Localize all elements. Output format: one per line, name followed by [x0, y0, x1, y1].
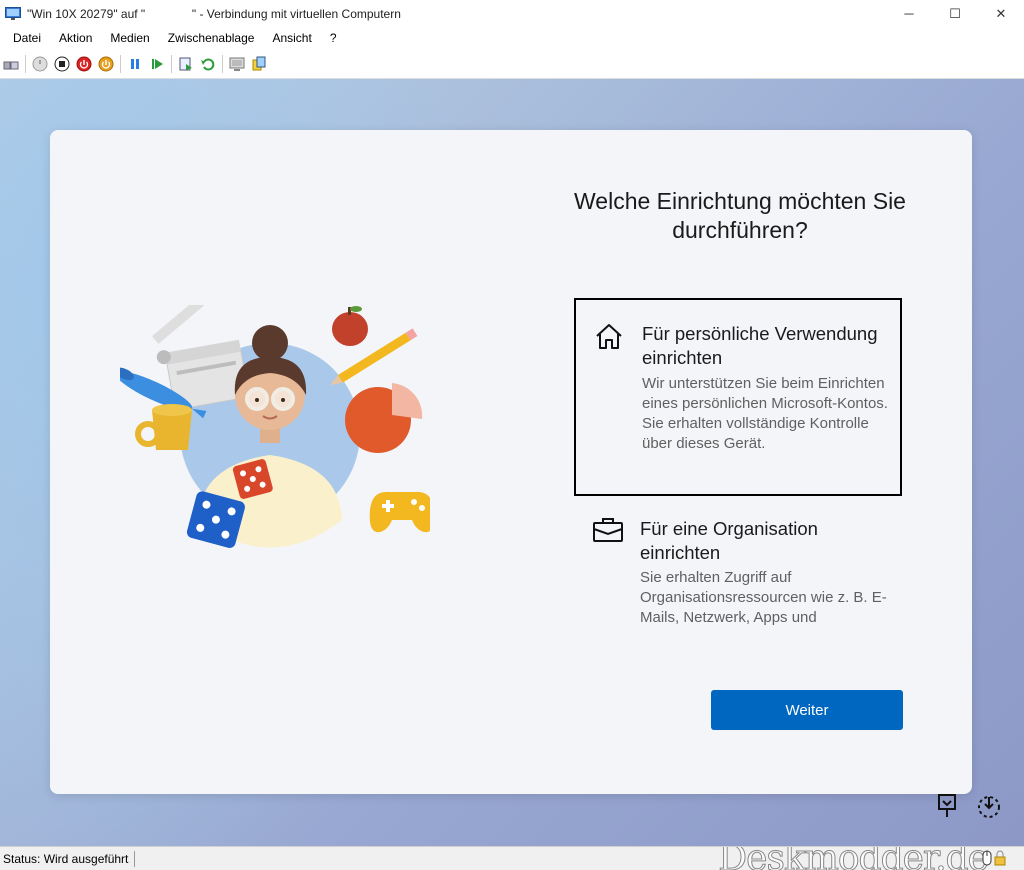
- close-button[interactable]: ✕: [978, 0, 1024, 27]
- enhanced-session-icon[interactable]: [226, 53, 248, 75]
- shutdown-icon[interactable]: [73, 53, 95, 75]
- option-organization[interactable]: Für eine Organisation einrichten Sie erh…: [574, 500, 902, 630]
- lock-icon: [994, 850, 1006, 869]
- setup-illustration: [115, 284, 435, 585]
- home-icon: [594, 322, 624, 352]
- maximize-button[interactable]: ☐: [932, 0, 978, 27]
- briefcase-icon: [592, 515, 623, 545]
- next-button[interactable]: Weiter: [711, 690, 903, 730]
- revert-icon[interactable]: [197, 53, 219, 75]
- menu-zwischenablage[interactable]: Zwischenablage: [159, 27, 264, 50]
- option-personal-title: Für persönliche Verwendung einrichten: [642, 323, 878, 368]
- menu-ansicht[interactable]: Ansicht: [263, 27, 320, 50]
- mouse-icon: [982, 850, 992, 869]
- menu-bar: Datei Aktion Medien Zwischenablage Ansic…: [0, 27, 1024, 50]
- network-icon[interactable]: [976, 793, 1002, 824]
- setup-question-heading: Welche Einrichtung möchten Sie durchführ…: [574, 188, 906, 243]
- minimize-button[interactable]: ─: [886, 0, 932, 27]
- toolbar-separator: [222, 55, 223, 73]
- watermark: Deskmodder.de: [718, 847, 988, 870]
- start-icon[interactable]: [29, 53, 51, 75]
- oobe-card: Welche Einrichtung möchten Sie durchführ…: [50, 130, 972, 794]
- toolbar-separator: [120, 55, 121, 73]
- status-bar: Status: Wird ausgeführt Deskmodder.de: [0, 846, 1024, 870]
- turn-off-icon[interactable]: [51, 53, 73, 75]
- window-title: "Win 10X 20279" auf " " - Verbindung mit…: [27, 6, 401, 21]
- vm-display[interactable]: Welche Einrichtung möchten Sie durchführ…: [0, 79, 1024, 846]
- menu-datei[interactable]: Datei: [0, 27, 50, 50]
- toolbar: [0, 50, 1024, 79]
- option-organization-title: Für eine Organisation einrichten: [640, 518, 818, 563]
- vm-connect-icon: [5, 6, 21, 21]
- accessibility-icon[interactable]: [936, 793, 958, 824]
- toolbar-separator: [171, 55, 172, 73]
- save-icon[interactable]: [95, 53, 117, 75]
- resume-icon[interactable]: [146, 53, 168, 75]
- option-organization-description: Sie erhalten Zugriff auf Organisationsre…: [640, 569, 887, 626]
- title-bar: "Win 10X 20279" auf " " - Verbindung mit…: [0, 0, 1024, 28]
- ctrl-alt-del-icon[interactable]: [0, 53, 22, 75]
- menu-help[interactable]: ?: [321, 27, 346, 50]
- status-text: Status: Wird ausgeführt: [0, 850, 136, 867]
- toolbar-separator: [25, 55, 26, 73]
- oobe-system-tray: [936, 793, 1002, 824]
- menu-aktion[interactable]: Aktion: [50, 27, 101, 50]
- share-icon[interactable]: [248, 53, 270, 75]
- checkpoint-icon[interactable]: [175, 53, 197, 75]
- option-personal-description: Wir unterstützen Sie beim Einrichten ein…: [642, 375, 888, 452]
- pause-icon[interactable]: [124, 53, 146, 75]
- option-personal-use[interactable]: Für persönliche Verwendung einrichten Wi…: [574, 298, 902, 496]
- menu-medien[interactable]: Medien: [101, 27, 158, 50]
